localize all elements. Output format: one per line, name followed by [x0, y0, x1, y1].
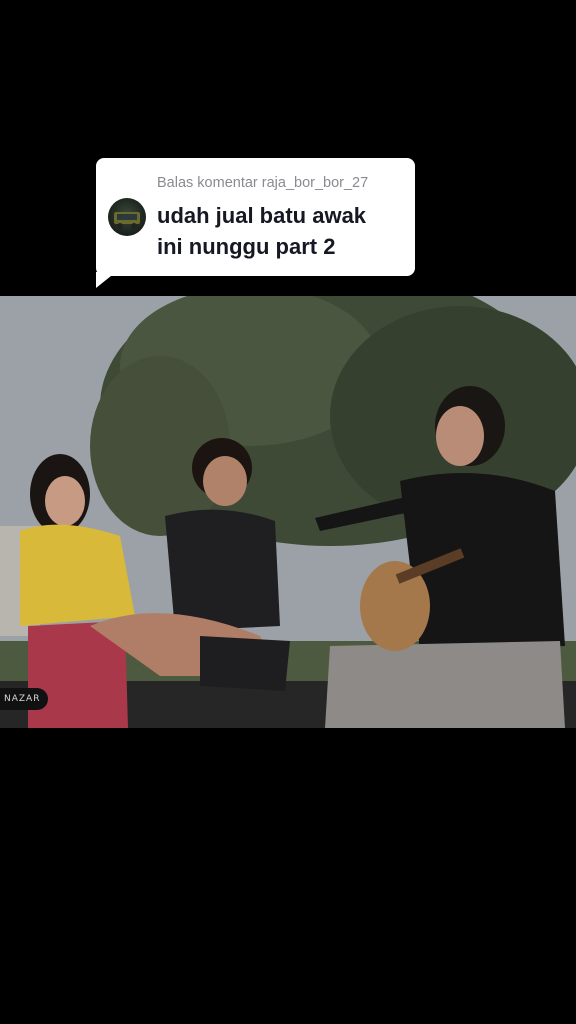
video-frame[interactable]: NAZAR — [0, 296, 576, 728]
reply-header: Balas komentar raja_bor_bor_27 — [157, 175, 369, 191]
reply-line-2: ini nunggu part 2 — [157, 234, 336, 259]
reply-comment-text: udah jual batu awak ini nunggu part 2 — [157, 200, 407, 262]
video-scene — [0, 296, 576, 728]
reply-line-1: udah jual batu awak — [157, 203, 367, 228]
reply-bubble-tail — [96, 272, 116, 288]
reply-comment-sticker[interactable]: Balas komentar raja_bor_bor_27 udah jual… — [96, 158, 415, 276]
video-screen[interactable]: Balas komentar raja_bor_bor_27 udah jual… — [0, 0, 576, 1024]
commenter-avatar[interactable] — [108, 198, 146, 236]
video-watermark: NAZAR — [0, 688, 49, 710]
